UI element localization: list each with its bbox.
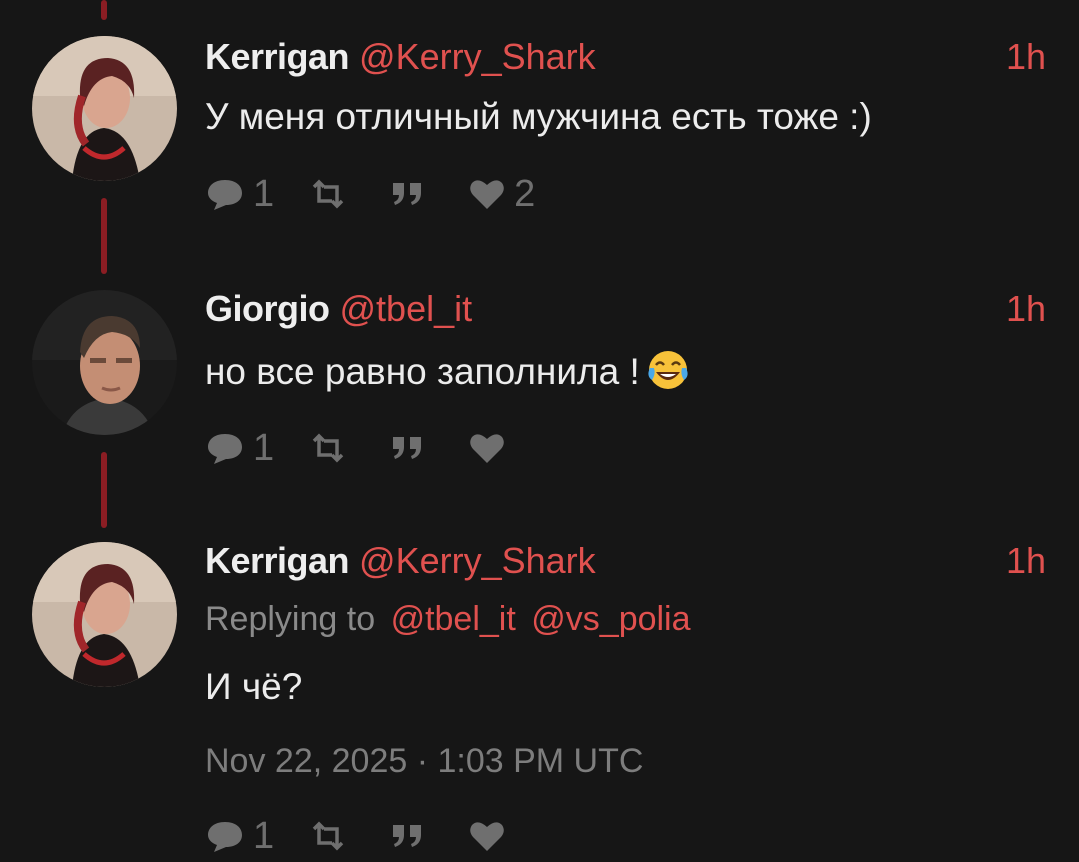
quote-icon [393, 825, 422, 847]
author-handle[interactable]: @Kerry_Shark [359, 36, 596, 77]
retweet-button[interactable] [308, 433, 356, 463]
tweet-header: Giorgio @tbel_it [205, 288, 472, 330]
replying-to: Replying to @tbel_it @vs_polia [205, 598, 691, 640]
tweet-text: И чё? [205, 666, 303, 707]
comment-icon [208, 822, 242, 852]
tweet-time[interactable]: 1h [1006, 36, 1046, 78]
author-handle[interactable]: @tbel_it [340, 288, 473, 329]
avatar[interactable] [32, 542, 177, 687]
tweet-actions: 1 2 [205, 174, 569, 214]
replying-to-label: Replying to [205, 600, 376, 638]
quote-icon [393, 183, 422, 205]
retweet-button[interactable] [308, 821, 356, 851]
retweet-icon [312, 179, 344, 209]
tweet-actions: 1 [205, 816, 548, 856]
like-count: 2 [514, 173, 536, 215]
tweet-header: Kerrigan @Kerry_Shark [205, 540, 596, 582]
tweet[interactable]: Giorgio @tbel_it 1h но все равно заполнил… [0, 288, 1079, 468]
comment-icon [208, 180, 242, 210]
author-name[interactable]: Giorgio [205, 288, 330, 329]
retweet-icon [312, 433, 344, 463]
reply-count: 1 [253, 173, 275, 215]
author-name[interactable]: Kerrigan [205, 540, 350, 581]
mention-link[interactable]: @tbel_it [391, 600, 516, 638]
retweet-button[interactable] [308, 179, 356, 209]
avatar[interactable] [32, 290, 177, 435]
tweet-actions: 1 [205, 428, 548, 468]
tweet-time[interactable]: 1h [1006, 540, 1046, 582]
tweet-text: У меня отличный мужчина есть тоже :) [205, 96, 872, 137]
tweet-date[interactable]: Nov 22, 2025 · 1:03 PM UTC [205, 740, 643, 782]
tweet-text: но все равно заполнила ! [205, 348, 690, 395]
like-button[interactable] [468, 431, 514, 465]
quote-button[interactable] [390, 821, 434, 851]
face-with-tears-of-joy-icon [648, 351, 688, 389]
tweet-header: Kerrigan @Kerry_Shark [205, 36, 596, 78]
heart-icon [470, 434, 504, 463]
comment-icon [208, 434, 242, 464]
author-handle[interactable]: @Kerry_Shark [359, 540, 596, 581]
like-button[interactable] [468, 819, 514, 853]
reply-button[interactable]: 1 [205, 428, 274, 468]
tweet-time[interactable]: 1h [1006, 288, 1046, 330]
tweet[interactable]: Kerrigan @Kerry_Shark 1h У меня отличный … [0, 36, 1079, 216]
reply-button[interactable]: 1 [205, 816, 274, 856]
retweet-icon [312, 821, 344, 851]
quote-button[interactable] [390, 433, 434, 463]
quote-icon [393, 437, 422, 459]
reply-count: 1 [253, 815, 275, 857]
thread-line-top [101, 0, 107, 20]
reply-button[interactable]: 1 [205, 174, 274, 214]
tweet-text-content: но все равно заполнила ! [205, 351, 640, 392]
heart-icon [470, 180, 504, 209]
reply-count: 1 [253, 427, 275, 469]
heart-icon [470, 822, 504, 851]
tweet-main[interactable]: Kerrigan @Kerry_Shark 1h Replying to @tbe… [0, 540, 1079, 862]
mention-link[interactable]: @vs_polia [531, 600, 690, 638]
avatar[interactable] [32, 36, 177, 181]
author-name[interactable]: Kerrigan [205, 36, 350, 77]
quote-button[interactable] [390, 179, 434, 209]
like-button[interactable]: 2 [468, 174, 535, 214]
